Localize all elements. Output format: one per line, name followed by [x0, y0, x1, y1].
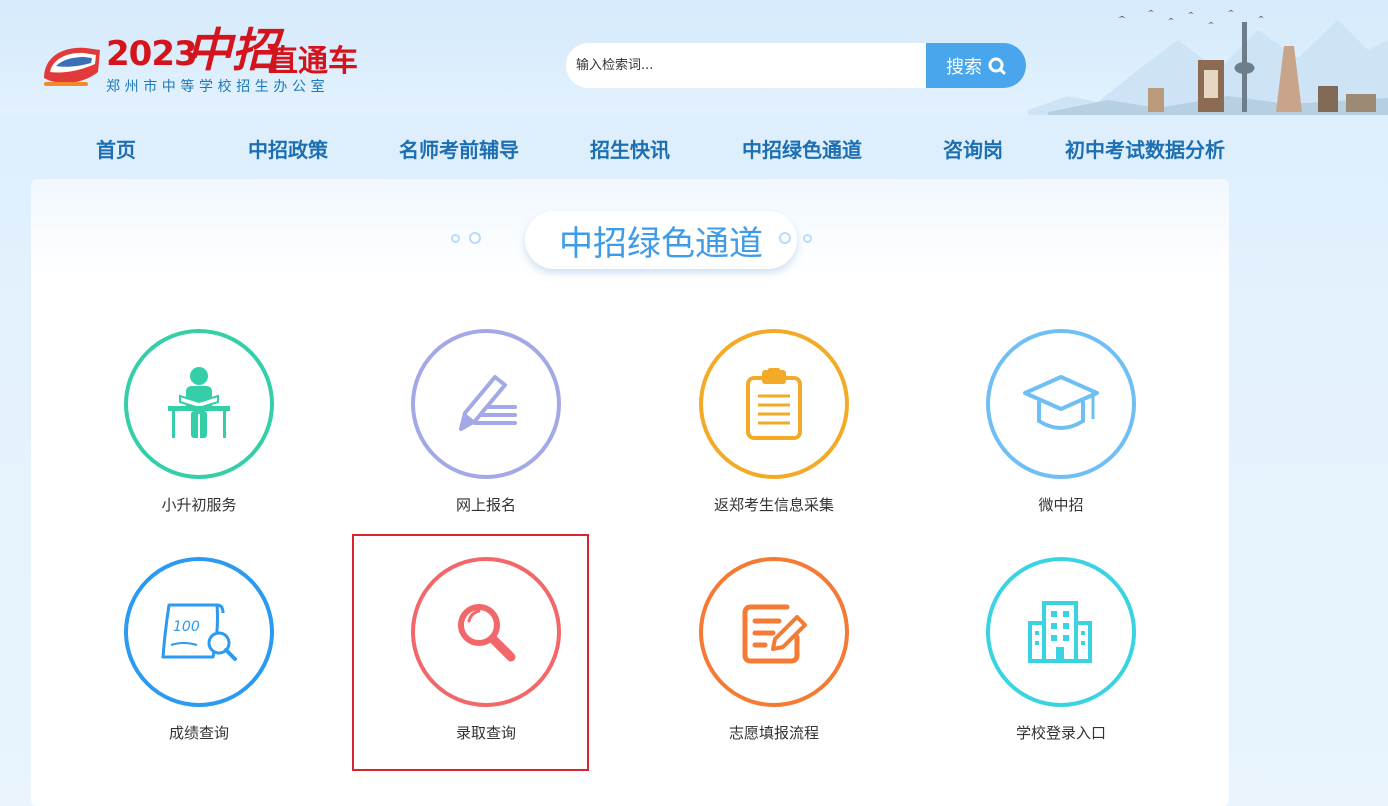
nav-item-news[interactable]: 招生快讯: [590, 134, 670, 163]
nav-item-tutoring[interactable]: 名师考前辅导: [399, 134, 519, 163]
tile-label: 网上报名: [455, 496, 516, 514]
tile-circle: [986, 557, 1136, 707]
section-title: 中招绿色通道: [525, 211, 797, 269]
tile-label: 返郑考生信息采集: [713, 496, 834, 514]
tile-circle: 100: [124, 557, 274, 707]
main-nav: 首页 中招政策 名师考前辅导 招生快讯 中招绿色通道 咨询岗 初中考试数据分析: [0, 118, 1388, 176]
search-icon: [988, 57, 1006, 74]
search-input[interactable]: [566, 43, 946, 88]
tile-online-registration[interactable]: 网上报名: [375, 329, 595, 529]
tile-circle: [124, 329, 274, 479]
city-skyline-illustration: [1028, 10, 1388, 115]
logo-title: 直通车: [268, 44, 358, 79]
nav-item-green-channel[interactable]: 中招绿色通道: [742, 134, 862, 163]
tile-circle: [986, 329, 1136, 479]
tile-label: 学校登录入口: [1015, 724, 1106, 742]
decor-dot: [779, 232, 791, 244]
logo-zhongzhao: 中招: [186, 23, 278, 77]
tile-primary-to-junior[interactable]: 小升初服务: [88, 329, 308, 529]
green-channel-panel: 中招绿色通道 小升初服务 网上报名 返郑考生信息采集 微中招 100 成绩查询 …: [31, 179, 1229, 806]
tile-circle: [411, 329, 561, 479]
nav-item-consult[interactable]: 咨询岗: [943, 134, 1003, 163]
tile-label: 小升初服务: [161, 496, 237, 514]
site-logo[interactable]: 2023 中招 直通车 郑州市中等学校招生办公室: [40, 14, 370, 96]
score-search-icon: 100: [161, 603, 237, 661]
tile-label: 成绩查询: [168, 724, 229, 742]
tile-circle: [699, 329, 849, 479]
pen-writing-icon: [459, 375, 517, 431]
nav-item-policy[interactable]: 中招政策: [248, 134, 328, 163]
tile-application-process[interactable]: 志愿填报流程: [663, 557, 883, 757]
tile-wechat-zhongzhao[interactable]: 微中招: [950, 329, 1170, 529]
tile-school-login[interactable]: 学校登录入口: [950, 557, 1170, 757]
clipboard-icon: [746, 368, 802, 440]
tile-circle: [699, 557, 849, 707]
tile-label: 微中招: [1038, 496, 1084, 514]
decor-dot: [451, 234, 460, 243]
search-button-label: 搜索: [946, 56, 982, 78]
svg-text:100: 100: [173, 619, 200, 635]
logo-subtitle: 郑州市中等学校招生办公室: [106, 79, 330, 95]
nav-item-home[interactable]: 首页: [96, 134, 136, 163]
section-title-wrap: 中招绿色通道: [451, 211, 817, 269]
search-button[interactable]: 搜索: [926, 43, 1026, 88]
form-edit-icon: [742, 604, 807, 664]
decor-dot: [803, 234, 812, 243]
search-bar: 搜索: [566, 43, 1026, 88]
tile-label: 志愿填报流程: [728, 724, 819, 742]
decor-dot: [469, 232, 481, 244]
nav-item-exam-analysis[interactable]: 初中考试数据分析: [1065, 134, 1225, 163]
site-header: 2023 中招 直通车 郑州市中等学校招生办公室 搜索: [0, 0, 1388, 115]
train-icon: [44, 47, 100, 86]
student-desk-icon: [168, 367, 230, 438]
logo-year: 2023: [106, 34, 198, 74]
graduation-cap-icon: [1023, 375, 1099, 430]
selection-highlight-box: [352, 534, 589, 771]
tile-returnee-info[interactable]: 返郑考生信息采集: [663, 329, 883, 529]
building-icon: [1028, 601, 1092, 663]
tile-score-query[interactable]: 100 成绩查询: [88, 557, 308, 757]
